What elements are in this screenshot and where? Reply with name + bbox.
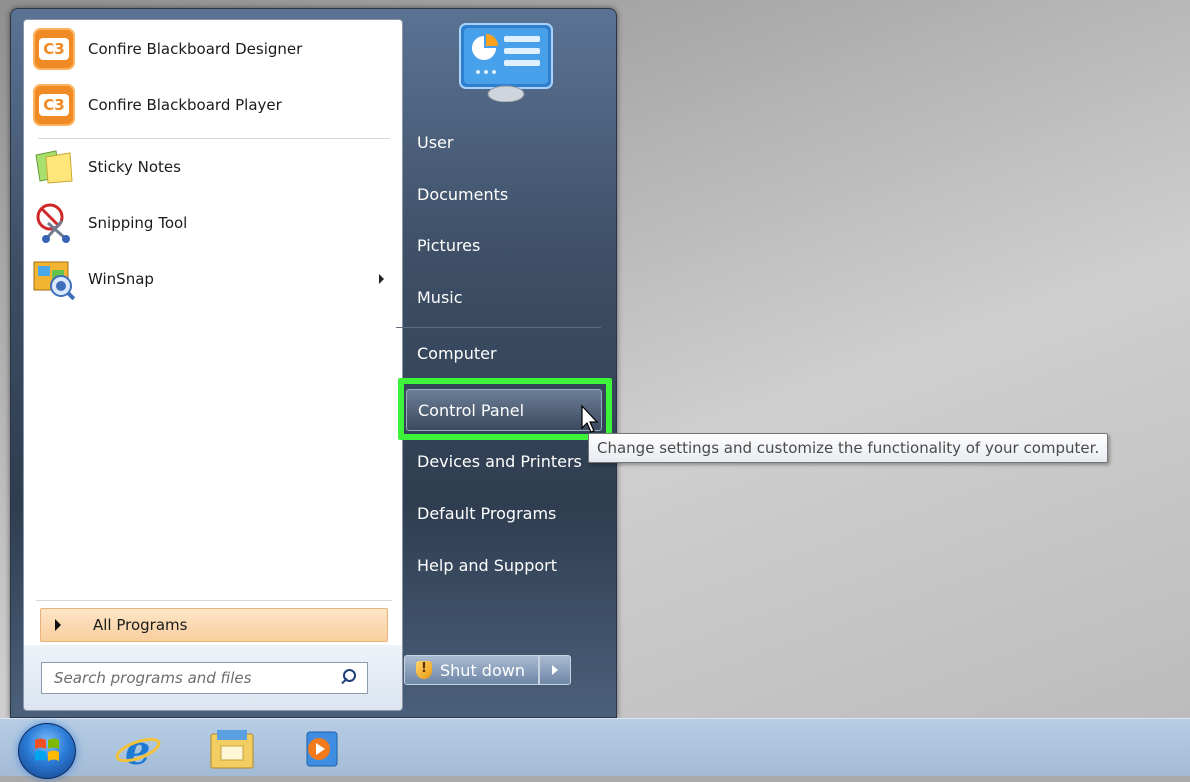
menu-pictures[interactable]: Pictures <box>396 225 602 265</box>
taskbar: e <box>0 718 1190 779</box>
shutdown-button[interactable]: Shut down <box>404 655 539 685</box>
separator <box>38 138 390 139</box>
arrow-right-icon <box>55 619 61 631</box>
menu-label: Music <box>417 287 463 307</box>
tooltip: Change settings and customize the functi… <box>588 433 1109 463</box>
search-icon[interactable] <box>337 666 361 690</box>
tooltip-text: Change settings and customize the functi… <box>597 439 1100 457</box>
menu-label: Default Programs <box>417 503 557 523</box>
menu-help-and-support[interactable]: Help and Support <box>396 545 602 585</box>
separator <box>396 327 601 328</box>
shutdown-label: Shut down <box>440 660 525 680</box>
menu-devices-and-printers[interactable]: Devices and Printers <box>396 441 602 481</box>
snipping-tool-icon <box>30 199 78 247</box>
media-player-icon[interactable] <box>296 725 348 773</box>
internet-explorer-icon[interactable]: e <box>112 725 164 773</box>
confire-icon: C3 <box>30 81 78 129</box>
menu-user[interactable]: User <box>396 122 602 162</box>
menu-computer[interactable]: Computer <box>396 333 602 373</box>
arrow-right-icon <box>552 665 558 675</box>
search-box[interactable] <box>41 662 368 694</box>
separator <box>36 600 392 601</box>
programs-pane: C3 Confire Blackboard Designer C3 Confir… <box>23 19 403 711</box>
menu-label: Pictures <box>417 235 481 255</box>
program-snipping-tool[interactable]: Snipping Tool <box>30 198 394 248</box>
program-confire-player[interactable]: C3 Confire Blackboard Player <box>30 80 394 130</box>
confire-icon: C3 <box>30 25 78 73</box>
program-label: Snipping Tool <box>88 214 188 232</box>
user-picture[interactable] <box>458 22 554 103</box>
search-input[interactable] <box>52 664 337 692</box>
shield-icon <box>416 661 432 679</box>
menu-music[interactable]: Music <box>396 277 602 317</box>
svg-text:e: e <box>125 727 150 772</box>
all-programs-button[interactable]: All Programs <box>40 608 388 642</box>
menu-label: Documents <box>417 184 509 204</box>
program-sticky-notes[interactable]: Sticky Notes <box>30 142 394 192</box>
winsnap-icon <box>30 255 78 303</box>
search-area <box>24 645 402 710</box>
program-label: WinSnap <box>88 270 154 288</box>
menu-label: User <box>417 132 454 152</box>
file-explorer-icon[interactable] <box>206 725 258 773</box>
menu-default-programs[interactable]: Default Programs <box>396 493 602 533</box>
mouse-cursor-icon <box>580 404 600 434</box>
program-label: Confire Blackboard Player <box>88 96 282 114</box>
menu-label: Devices and Printers <box>417 451 582 471</box>
all-programs-label: All Programs <box>93 616 188 634</box>
sticky-notes-icon <box>30 143 78 191</box>
submenu-arrow-icon <box>379 274 384 284</box>
menu-documents[interactable]: Documents <box>396 174 602 214</box>
program-label: Confire Blackboard Designer <box>88 40 303 58</box>
program-confire-designer[interactable]: C3 Confire Blackboard Designer <box>30 24 394 74</box>
start-orb[interactable] <box>18 723 76 779</box>
shutdown-options-button[interactable] <box>539 655 571 685</box>
program-label: Sticky Notes <box>88 158 181 176</box>
program-winsnap[interactable]: WinSnap <box>30 254 394 304</box>
menu-label: Computer <box>417 343 497 363</box>
menu-label: Help and Support <box>417 555 557 575</box>
